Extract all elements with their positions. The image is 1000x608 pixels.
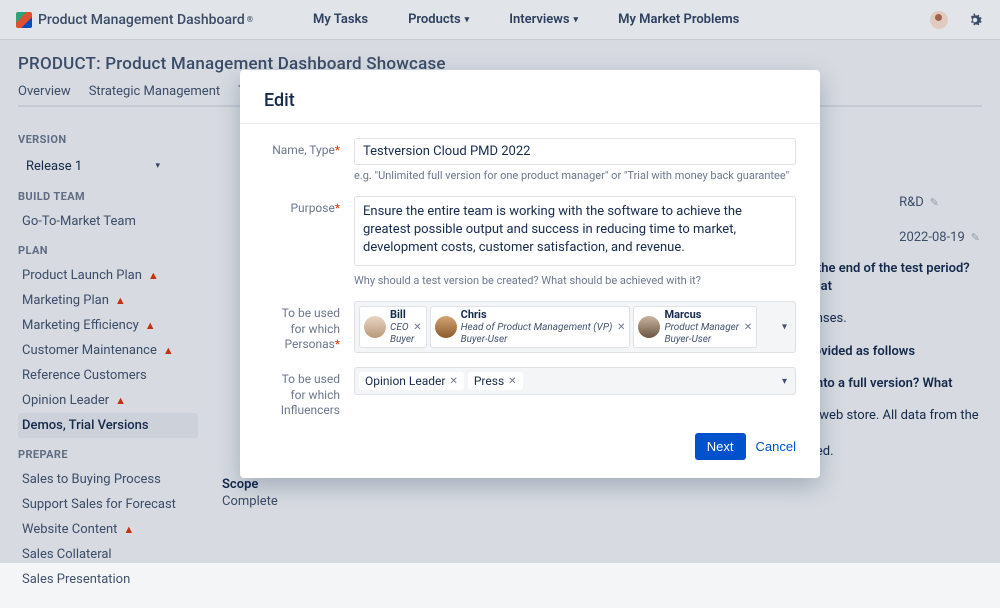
brand-name: Product Management Dashboard — [38, 12, 245, 28]
warning-icon: ▲ — [145, 319, 156, 332]
influencer-tag[interactable]: Opinion Leader✕ — [359, 372, 464, 390]
sidebar: VERSION Release 1 ▾ BUILD TEAM Go-To-Mark… — [18, 123, 198, 592]
persona-avatar-icon — [435, 316, 457, 338]
persona-avatar-icon — [638, 316, 660, 338]
label-personas: To be used for which Personas* — [264, 301, 354, 353]
label-influencers: To be used for which Influencers — [264, 367, 354, 419]
warning-icon: ▲ — [115, 294, 126, 307]
sidebar-item[interactable]: Reference Customers — [18, 363, 198, 388]
cancel-button[interactable]: Cancel — [756, 439, 796, 454]
sidebar-item[interactable]: Sales Collateral — [18, 542, 198, 567]
brand[interactable]: Product Management Dashboard ® — [16, 12, 253, 28]
sidebar-group-header: PLAN — [18, 244, 198, 257]
pencil-icon[interactable]: ✎ — [930, 196, 939, 209]
influencers-select[interactable]: Opinion Leader✕Press✕ ▾ — [354, 367, 796, 395]
label-name-type: Name, Type* — [264, 138, 354, 182]
tab-strategic-management[interactable]: Strategic Management — [89, 84, 220, 105]
next-button[interactable]: Next — [695, 433, 746, 460]
edit-modal: Edit Name, Type* e.g. "Unlimited full ve… — [240, 70, 820, 478]
chevron-down-icon: ▾ — [155, 161, 160, 171]
nav-my-tasks[interactable]: My Tasks — [313, 12, 368, 27]
persona-chip[interactable]: ChrisHead of Product Management (VP) ✕Bu… — [430, 306, 631, 348]
sidebar-item[interactable]: Product Launch Plan▲ — [18, 263, 198, 288]
right-column-text: er the end of the test period? What cens… — [802, 260, 982, 476]
sidebar-item[interactable]: Support Sales for Forecast — [18, 492, 198, 517]
right-meta: R&D ✎ 2022-08-19 ✎ — [899, 195, 980, 265]
personas-select[interactable]: BillCEO ✕BuyerChrisHead of Product Manag… — [354, 301, 796, 353]
sidebar-item[interactable]: Customer Maintenance▲ — [18, 338, 198, 363]
topnav-items: My Tasks Products▾ Interviews▾ My Market… — [313, 12, 739, 27]
remove-icon[interactable]: ✕ — [744, 322, 752, 333]
warning-icon: ▲ — [123, 523, 134, 536]
chevron-down-icon: ▾ — [465, 15, 470, 25]
warning-icon: ▲ — [163, 344, 174, 357]
purpose-hint: Why should a test version be created? Wh… — [354, 274, 796, 287]
settings-gear-icon[interactable] — [966, 11, 984, 29]
sidebar-item[interactable]: Sales to Buying Process — [18, 467, 198, 492]
sidebar-group-header: BUILD TEAM — [18, 190, 198, 203]
name-type-input[interactable] — [354, 138, 796, 165]
remove-icon[interactable]: ✕ — [617, 322, 625, 333]
influencer-tag[interactable]: Press✕ — [468, 372, 523, 390]
sidebar-item[interactable]: Website Content▲ — [18, 517, 198, 542]
divider — [240, 123, 820, 124]
top-navbar: Product Management Dashboard ® My Tasks … — [0, 0, 1000, 40]
brand-logo-icon — [16, 12, 32, 28]
sidebar-item[interactable]: Sales Presentation — [18, 567, 198, 592]
nav-interviews[interactable]: Interviews▾ — [509, 12, 578, 27]
chevron-down-icon: ▾ — [782, 322, 787, 333]
brand-reg: ® — [247, 15, 253, 24]
modal-title: Edit — [264, 90, 796, 111]
version-header: VERSION — [18, 133, 198, 146]
dept-value: R&D — [899, 195, 924, 210]
persona-avatar-icon — [364, 316, 386, 338]
sidebar-group-header: PREPARE — [18, 448, 198, 461]
sidebar-item[interactable]: Marketing Efficiency▲ — [18, 313, 198, 338]
remove-icon[interactable]: ✕ — [508, 376, 516, 387]
label-purpose: Purpose* — [264, 196, 354, 287]
remove-icon[interactable]: ✕ — [413, 322, 421, 333]
scope-value: Complete — [222, 494, 982, 509]
sidebar-item[interactable]: Demos, Trial Versions — [18, 413, 198, 438]
remove-icon[interactable]: ✕ — [449, 376, 457, 387]
tab-overview[interactable]: Overview — [18, 84, 71, 105]
nav-products[interactable]: Products▾ — [408, 12, 469, 27]
scope-label: Scope — [222, 477, 982, 492]
pencil-icon[interactable]: ✎ — [971, 231, 980, 244]
date-value: 2022-08-19 — [899, 230, 965, 245]
sidebar-item[interactable]: Opinion Leader▲ — [18, 388, 198, 413]
persona-chip[interactable]: BillCEO ✕Buyer — [359, 306, 427, 348]
chevron-down-icon: ▾ — [574, 15, 579, 25]
warning-icon: ▲ — [115, 394, 126, 407]
persona-chip[interactable]: MarcusProduct Manager ✕Buyer-User — [633, 306, 757, 348]
purpose-textarea[interactable] — [354, 196, 796, 266]
version-select[interactable]: Release 1 ▾ — [18, 152, 168, 180]
sidebar-item[interactable]: Marketing Plan▲ — [18, 288, 198, 313]
nav-my-market-problems[interactable]: My Market Problems — [618, 12, 739, 27]
name-type-hint: e.g. "Unlimited full version for one pro… — [354, 169, 796, 182]
sidebar-item[interactable]: Go-To-Market Team — [18, 209, 198, 234]
chevron-down-icon: ▾ — [782, 376, 787, 387]
warning-icon: ▲ — [148, 269, 159, 282]
user-avatar-icon[interactable] — [930, 11, 948, 29]
